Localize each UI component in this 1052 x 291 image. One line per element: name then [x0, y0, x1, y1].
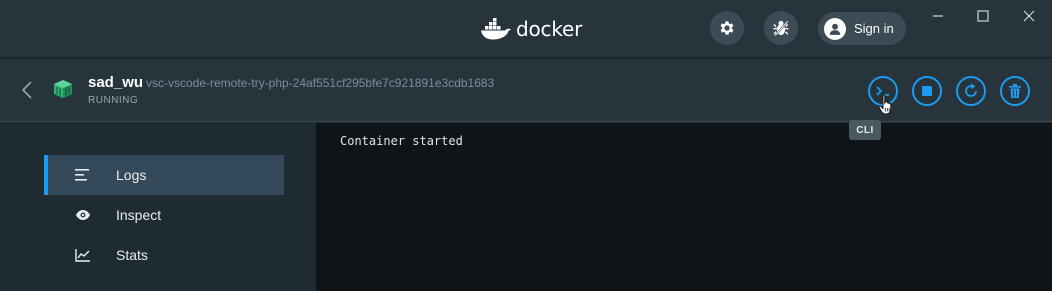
hand-cursor-icon — [878, 94, 894, 121]
cli-tooltip: CLI — [849, 120, 881, 140]
container-id: vsc-vscode-remote-try-php-24af551cf295bf… — [146, 76, 495, 90]
maximize-icon — [977, 10, 989, 22]
user-icon — [824, 17, 846, 40]
sidebar-item-inspect[interactable]: Inspect — [44, 195, 284, 235]
minimize-button[interactable] — [928, 6, 948, 26]
docker-logo: docker — [480, 14, 582, 44]
troubleshoot-button[interactable] — [764, 11, 798, 45]
sidebar-item-label: Logs — [116, 167, 147, 183]
log-output[interactable]: Container started — [316, 123, 1052, 291]
chevron-left-icon — [21, 81, 32, 99]
stats-icon — [74, 246, 92, 264]
log-line: Container started — [340, 134, 463, 148]
container-header: sad_wu vsc-vscode-remote-try-php-24af551… — [0, 59, 1052, 122]
container-status: RUNNING — [88, 95, 139, 106]
logs-icon — [74, 166, 92, 184]
sidebar-item-logs[interactable]: Logs — [44, 155, 284, 195]
maximize-button[interactable] — [973, 6, 993, 26]
gear-icon — [720, 21, 734, 35]
minimize-icon — [933, 15, 943, 17]
restart-icon — [965, 83, 977, 97]
eye-icon — [74, 206, 92, 224]
restart-button[interactable] — [956, 76, 986, 106]
close-window-button[interactable] — [1019, 6, 1039, 26]
docker-whale-icon — [481, 18, 511, 40]
stop-button[interactable] — [912, 76, 942, 106]
sign-in-label: Sign in — [854, 21, 894, 36]
sidebar-item-label: Stats — [116, 247, 148, 263]
title-bar: docker Sign in — [0, 0, 1052, 58]
sign-in-button[interactable]: Sign in — [818, 12, 906, 45]
sidebar: Logs Inspect Stats — [0, 123, 316, 291]
close-icon — [1023, 10, 1035, 22]
sidebar-item-stats[interactable]: Stats — [44, 235, 284, 275]
container-name: sad_wu — [88, 74, 144, 91]
container-icon — [52, 79, 74, 104]
docker-wordmark: docker — [516, 17, 583, 41]
settings-button[interactable] — [710, 11, 744, 45]
stop-icon — [922, 86, 932, 96]
back-button[interactable] — [18, 77, 36, 103]
delete-button[interactable] — [1000, 76, 1030, 106]
delete-icon — [1009, 84, 1021, 98]
bug-icon — [773, 20, 789, 37]
sidebar-item-label: Inspect — [116, 207, 162, 223]
